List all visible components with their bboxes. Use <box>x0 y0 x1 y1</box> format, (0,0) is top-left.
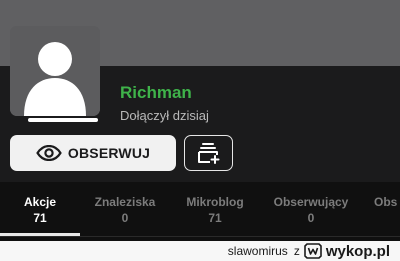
avatar[interactable] <box>10 26 100 116</box>
tab-label: Akcje <box>23 195 57 209</box>
observe-button[interactable]: OBSERWUJ <box>10 135 176 171</box>
watermark-letter: z <box>293 244 300 258</box>
watermark-user: slawomirus <box>227 244 288 258</box>
tab-label: Mikroblog <box>186 195 244 209</box>
eye-icon <box>36 145 62 161</box>
tab-mikroblog[interactable]: Mikroblog 71 <box>182 194 248 226</box>
profile-joined-date: Dołączył dzisiaj <box>120 108 209 123</box>
tab-count: 0 <box>307 211 315 225</box>
tab-label: Znaleziska <box>94 195 156 209</box>
profile-username[interactable]: Richman <box>120 83 192 103</box>
tab-count: 0 <box>121 211 129 225</box>
tab-obserwowani[interactable]: Obs <box>374 194 400 210</box>
tab-akcje[interactable]: Akcje 71 <box>18 194 62 226</box>
add-to-collection-icon <box>197 143 219 164</box>
wykop-logo-icon <box>304 243 322 259</box>
profile-tabs: Akcje 71 Znaleziska 0 Mikroblog 71 Obser… <box>0 182 400 238</box>
default-user-avatar-icon <box>10 26 100 116</box>
tab-label: Obserwujący <box>273 195 349 209</box>
avatar-status-bar <box>28 118 98 122</box>
watermark: slawomirus z wykop.pl <box>228 242 390 260</box>
add-to-collection-button[interactable] <box>184 135 233 171</box>
tab-znaleziska[interactable]: Znaleziska 0 <box>90 194 160 226</box>
tab-count: 71 <box>33 211 47 225</box>
tabs-divider <box>0 236 400 237</box>
tab-count: 71 <box>208 211 222 225</box>
tab-label: Obs <box>374 195 398 209</box>
tab-obserwujacy[interactable]: Obserwujący 0 <box>270 194 352 226</box>
watermark-site: wykop.pl <box>325 242 390 260</box>
observe-button-label: OBSERWUJ <box>67 145 151 161</box>
